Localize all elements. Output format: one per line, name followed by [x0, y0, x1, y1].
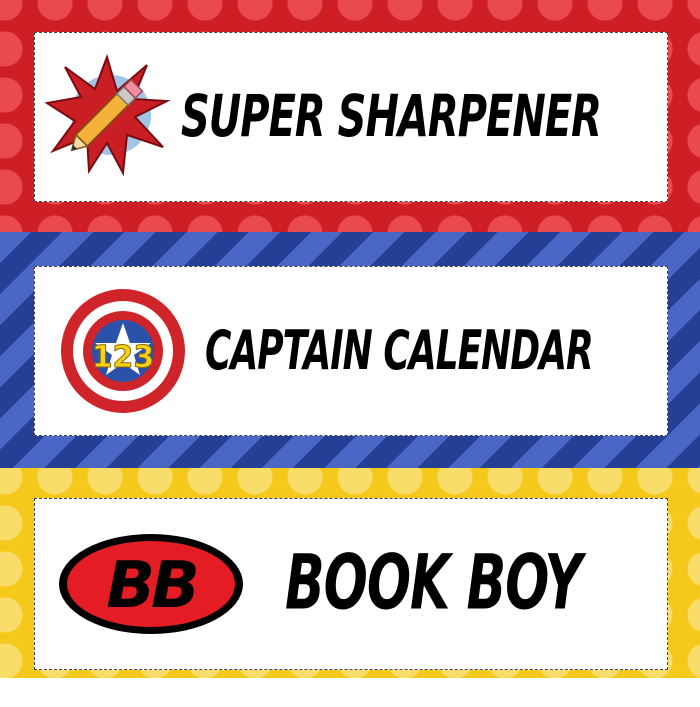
pencil-burst-icon [43, 51, 171, 179]
bb-emblem-text: BB [106, 549, 196, 623]
shield-number-text: 123 [92, 340, 155, 375]
label-card-book-boy: BB Book Boy [34, 498, 668, 670]
card-label: Captain Calendar [205, 320, 594, 382]
shield-123-icon: 123 [59, 287, 187, 415]
card-label: Super Sharpener [181, 83, 602, 151]
card-label: Book Boy [285, 540, 582, 628]
label-card-captain-calendar: 123 Captain Calendar [34, 266, 668, 436]
label-card-super-sharpener: Super Sharpener [34, 32, 668, 202]
bb-emblem-icon: BB [55, 529, 247, 639]
